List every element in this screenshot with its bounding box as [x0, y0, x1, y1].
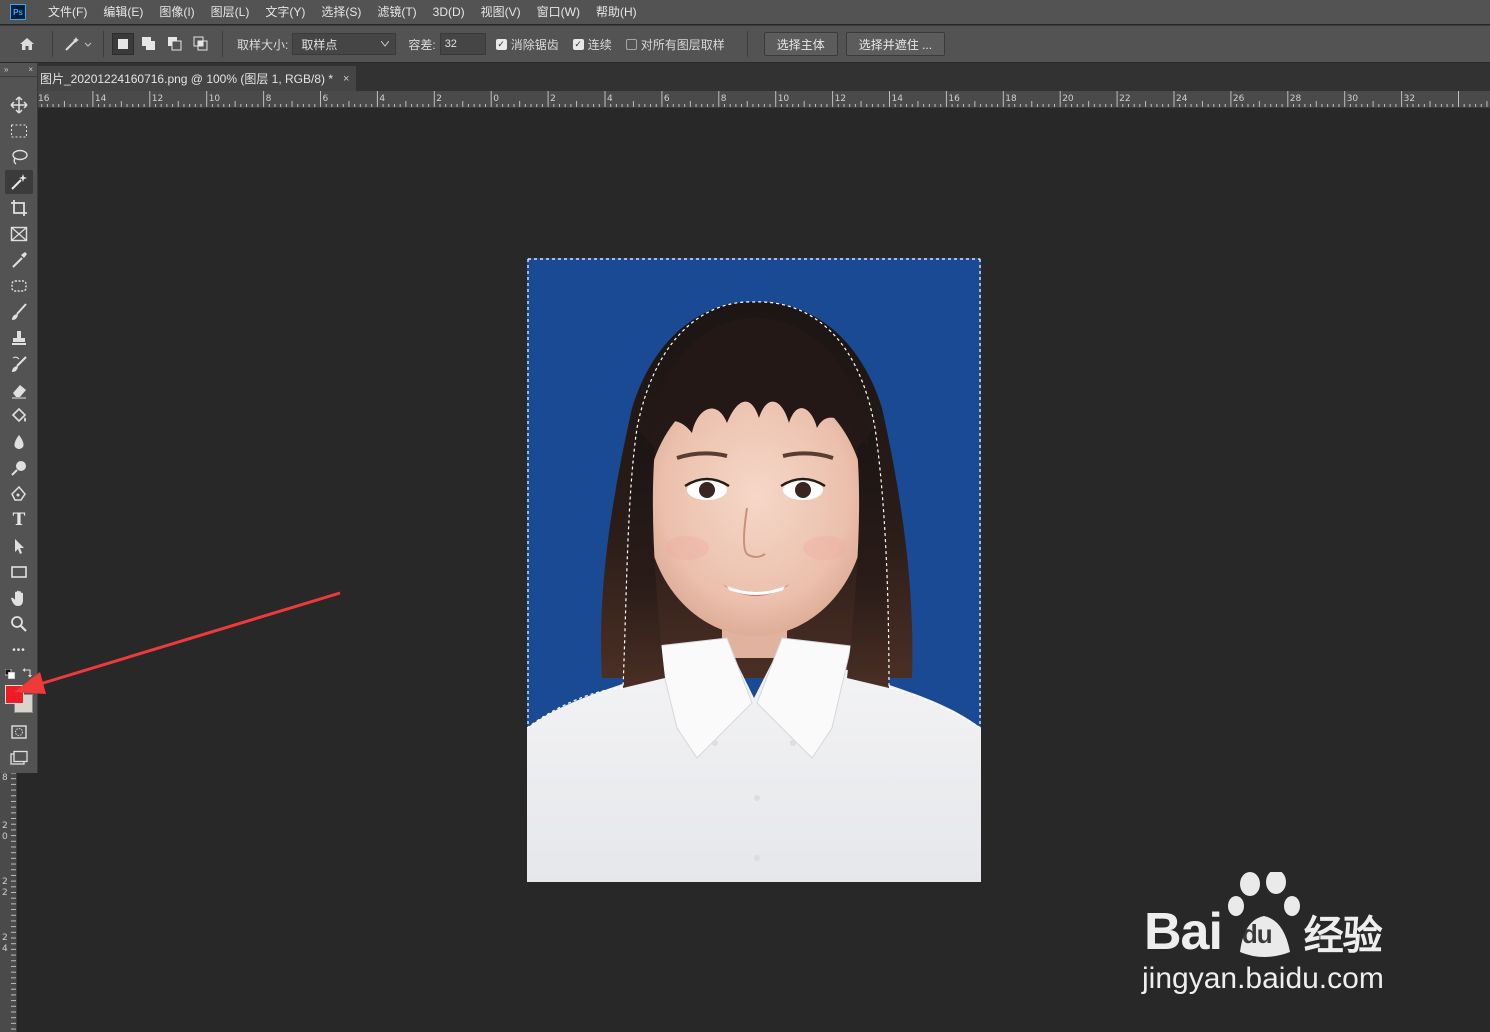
watermark-brand-cn: 经验 — [1303, 914, 1383, 958]
watermark-brand-du: du — [1241, 919, 1273, 949]
annotation-arrow-icon — [14, 591, 341, 694]
watermark-brand: Bai — [1144, 903, 1223, 961]
watermark-url: jingyan.baidu.com — [1142, 962, 1384, 995]
baidu-jingyan-watermark: Bai du 经验 jingyan.baidu.com — [1140, 870, 1420, 1002]
